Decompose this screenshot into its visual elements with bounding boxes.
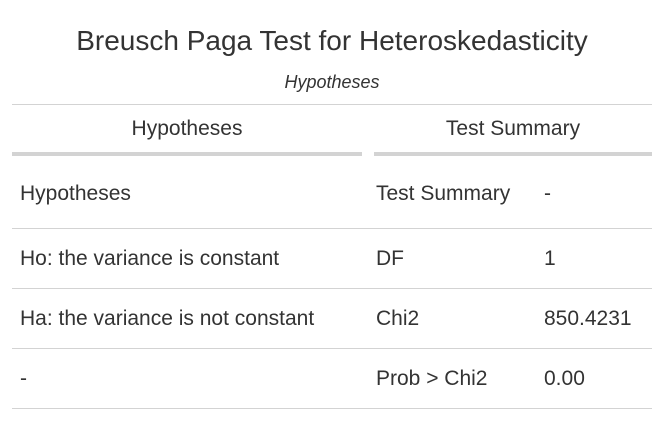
hypothesis-cell: Ho: the variance is constant: [20, 246, 280, 270]
table-row: Hypotheses Test Summary -: [12, 160, 652, 229]
table-row: Ho: the variance is constant DF 1: [12, 229, 652, 289]
hypothesis-cell: -: [20, 366, 27, 390]
statistic-value-cell: 850.4231: [544, 306, 632, 330]
hypothesis-cell: Hypotheses: [20, 182, 131, 205]
statistic-value-cell: 1: [544, 246, 556, 270]
hypothesis-cell: Ha: the variance is not constant: [20, 306, 315, 330]
table-row: Ha: the variance is not constant Chi2 85…: [12, 289, 652, 349]
statistic-value-cell: -: [544, 182, 551, 205]
statistic-value-cell: 0.00: [544, 366, 585, 390]
heading-divider: [12, 104, 652, 105]
spanner-test-summary: Test Summary: [374, 114, 652, 156]
table-subtitle: Hypotheses: [284, 72, 380, 92]
statistic-label-cell: DF: [376, 246, 404, 270]
statistic-label-cell: Test Summary: [376, 182, 511, 205]
statistic-label-cell: Chi2: [376, 306, 420, 330]
statistic-label-cell: Prob > Chi2: [376, 366, 488, 390]
table-body: Hypotheses Test Summary - Ho: the varian…: [12, 160, 652, 409]
table-row: - Prob > Chi2 0.00: [12, 349, 652, 409]
table-title: Breusch Paga Test for Heteroskedasticity: [76, 25, 588, 56]
spanner-hypotheses: Hypotheses: [12, 114, 362, 156]
